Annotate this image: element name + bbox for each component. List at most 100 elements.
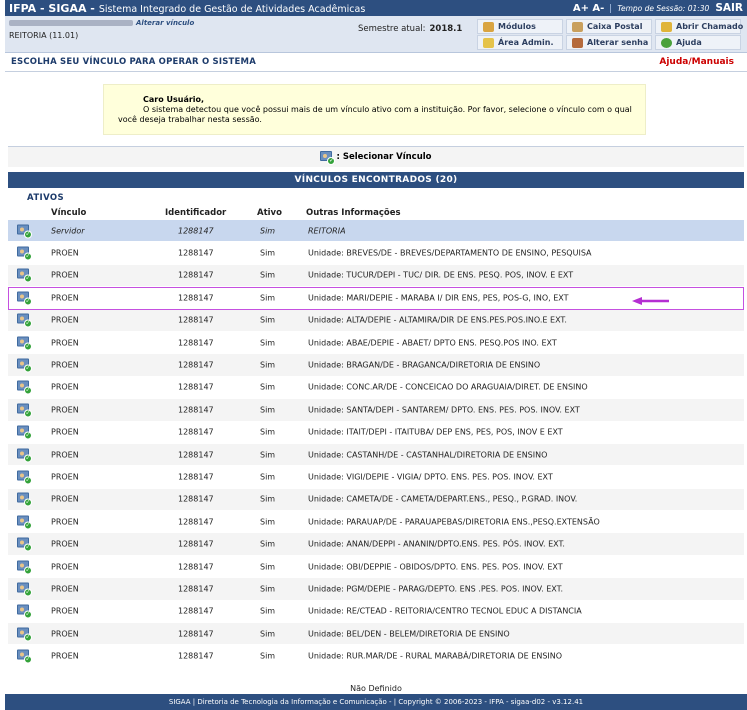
select-vinculo-icon[interactable]: ✓	[17, 560, 32, 575]
table-row[interactable]: ✓ PROEN 1288147 Sim Unidade: SANTA/DEPI - SA…	[8, 399, 744, 422]
select-vinculo-icon[interactable]: ✓	[17, 246, 32, 261]
table-row[interactable]: ✓ PROEN 1288147 Sim Unidade: PARAUAP/DE - PA…	[8, 511, 744, 534]
cell-vinculo[interactable]: PROEN	[51, 249, 79, 258]
table-row[interactable]: ✓ PROEN 1288147 Sim Unidade: ITAIT/DEPI - IT…	[8, 421, 744, 444]
cell-identificador: 1288147	[178, 539, 214, 549]
font-size-control[interactable]: A+ A-	[573, 3, 605, 14]
info-message: Caro Usuário, O sistema detectou que voc…	[103, 84, 646, 135]
select-vinculo-icon[interactable]: ✓	[17, 604, 32, 619]
table-row[interactable]: ✓ PROEN 1288147 Sim Unidade: ABAE/DEPIE - AB…	[8, 331, 744, 355]
table-row[interactable]: ✓ PROEN 1288147 Sim Unidade: BRAGAN/DE - BRA…	[8, 354, 744, 377]
cell-vinculo[interactable]: PROEN	[51, 562, 79, 571]
cell-vinculo[interactable]: PROEN	[51, 316, 79, 325]
table-row[interactable]: ✓ PROEN 1288147 Sim Unidade: CASTANH/DE - CA…	[8, 443, 744, 467]
modulos-button[interactable]: Módulos	[477, 19, 563, 34]
ajuda-button[interactable]: Ajuda	[655, 35, 741, 50]
alterar-senha-button[interactable]: Alterar senha	[566, 35, 652, 50]
table-row[interactable]: ✓ PROEN 1288147 Sim Unidade: OBI/DEPPIE - OB…	[8, 555, 744, 579]
table-row[interactable]: ✓ PROEN 1288147 Sim Unidade: RE/CTEAD - REIT…	[8, 600, 744, 624]
select-vinculo-icon[interactable]: ✓	[17, 470, 32, 485]
select-vinculo-icon[interactable]: ✓	[17, 380, 32, 395]
cell-ativo: Sim	[260, 405, 276, 415]
select-vinculo-legend: ✓ : Selecionar Vínculo	[8, 146, 744, 167]
cell-outras-info: Unidade: CAMETA/DE - CAMETA/DEPART.ENS.,…	[308, 494, 578, 504]
cell-vinculo[interactable]: PROEN	[51, 450, 79, 459]
cell-outras-info: Unidade: CASTANH/DE - CASTANHAL/DIRETORI…	[308, 450, 548, 460]
select-vinculo-icon[interactable]: ✓	[17, 515, 32, 530]
cell-vinculo[interactable]: Servidor	[51, 226, 85, 235]
app-subtitle: Sistema Integrado de Gestão de Atividade…	[98, 3, 366, 15]
cell-ativo: Sim	[260, 382, 276, 392]
select-vinculo-icon[interactable]: ✓	[17, 627, 32, 642]
select-vinculo-icon[interactable]: ✓	[17, 403, 32, 418]
cell-outras-info: Unidade: PARAUAP/DE - PARAUAPEBAS/DIRETO…	[308, 517, 600, 527]
cell-vinculo[interactable]: PROEN	[51, 540, 79, 549]
help-link[interactable]: Ajuda/Manuais	[659, 57, 734, 67]
table-title: VÍNCULOS ENCONTRADOS (20)	[8, 172, 744, 188]
logout-button[interactable]: SAIR	[715, 2, 743, 14]
cell-ativo: Sim	[260, 338, 276, 348]
cell-outras-info: Unidade: SANTA/DEPI - SANTAREM/ DPTO. EN…	[308, 405, 580, 415]
select-vinculo-icon[interactable]: ✓	[17, 313, 32, 328]
page-header: ESCOLHA SEU VÍNCULO PARA OPERAR O SISTEM…	[5, 53, 747, 72]
help-icon	[661, 37, 672, 48]
cell-ativo: Sim	[260, 248, 276, 258]
cell-identificador: 1288147	[178, 494, 214, 504]
table-row[interactable]: ✓ PROEN 1288147 Sim Unidade: ALTA/DEPIE - AL…	[8, 309, 744, 332]
table-row[interactable]: ✓ PROEN 1288147 Sim Unidade: PGM/DEPIE - PAR…	[8, 578, 744, 601]
cell-vinculo[interactable]: PROEN	[51, 607, 79, 616]
select-vinculo-icon[interactable]: ✓	[17, 649, 32, 664]
cell-vinculo[interactable]: PROEN	[51, 652, 79, 661]
select-vinculo-icon: ✓	[320, 150, 336, 165]
cell-ativo: Sim	[260, 315, 276, 325]
cell-vinculo[interactable]: PROEN	[51, 472, 79, 481]
table-row[interactable]: ✓ PROEN 1288147 Sim Unidade: BEL/DEN - BELEM…	[8, 623, 744, 646]
cell-identificador: 1288147	[178, 293, 214, 303]
select-vinculo-icon[interactable]: ✓	[17, 358, 32, 373]
cell-vinculo[interactable]: PROEN	[51, 629, 79, 638]
select-vinculo-icon[interactable]: ✓	[17, 582, 32, 597]
table-row[interactable]: ✓ Servidor 1288147 Sim REITORIA	[8, 220, 744, 243]
cell-identificador: 1288147	[178, 270, 214, 280]
table-row[interactable]: ✓ PROEN 1288147 Sim Unidade: ANAN/DEPPI - AN…	[8, 533, 744, 556]
cell-outras-info: Unidade: CONC.AR/DE - CONCEICAO DO ARAGU…	[308, 382, 588, 392]
cell-vinculo[interactable]: PROEN	[51, 293, 79, 302]
table-row[interactable]: ✓ PROEN 1288147 Sim Unidade: BREVES/DE - BRE…	[8, 242, 744, 265]
alter-vinculo-link[interactable]: Alterar vínculo	[136, 19, 194, 27]
select-vinculo-icon[interactable]: ✓	[17, 492, 32, 507]
cell-vinculo[interactable]: PROEN	[51, 383, 79, 392]
table-row[interactable]: ✓ PROEN 1288147 Sim Unidade: CONC.AR/DE - CO…	[8, 376, 744, 400]
vinculos-table: ✓ Servidor 1288147 Sim REITORIA ✓ PROEN 1288147…	[8, 220, 744, 668]
area-admin-button[interactable]: Área Admin.	[477, 35, 563, 50]
table-header: Vínculo Identificador Ativo Outras Infor…	[8, 208, 744, 220]
cell-outras-info: REITORIA	[308, 226, 346, 236]
cell-identificador: 1288147	[178, 315, 214, 325]
cell-vinculo[interactable]: PROEN	[51, 428, 79, 437]
table-row[interactable]: ✓ PROEN 1288147 Sim Unidade: CAMETA/DE - CAM…	[8, 488, 744, 512]
select-vinculo-icon[interactable]: ✓	[17, 336, 32, 351]
cell-vinculo[interactable]: PROEN	[51, 584, 79, 593]
select-vinculo-icon[interactable]: ✓	[17, 537, 32, 552]
table-row[interactable]: ✓ PROEN 1288147 Sim Unidade: TUCUR/DEPI - TU…	[8, 264, 744, 288]
col-vinculo: Vínculo	[51, 208, 87, 218]
cell-outras-info: Unidade: PGM/DEPIE - PARAG/DEPTO. ENS .P…	[308, 584, 564, 594]
app-name: IFPA - SIGAA -	[9, 1, 95, 15]
cell-ativo: Sim	[260, 494, 276, 504]
table-row[interactable]: ✓ PROEN 1288147 Sim Unidade: VIGI/DEPIE - VI…	[8, 466, 744, 489]
cell-outras-info: Unidade: ALTA/DEPIE - ALTAMIRA/DIR DE EN…	[308, 315, 567, 325]
table-row[interactable]: ✓ PROEN 1288147 Sim Unidade: RUR.MAR/DE - RU…	[8, 645, 744, 668]
cell-vinculo[interactable]: PROEN	[51, 338, 79, 347]
cell-vinculo[interactable]: PROEN	[51, 495, 79, 504]
select-vinculo-icon[interactable]: ✓	[17, 291, 32, 306]
cell-vinculo[interactable]: PROEN	[51, 517, 79, 526]
cell-vinculo[interactable]: PROEN	[51, 361, 79, 370]
caixa-postal-button[interactable]: Caixa Postal	[566, 19, 652, 34]
select-vinculo-icon[interactable]: ✓	[17, 268, 32, 283]
cell-vinculo[interactable]: PROEN	[51, 271, 79, 280]
abrir-chamado-button[interactable]: Abrir Chamado	[655, 19, 743, 34]
select-vinculo-icon[interactable]: ✓	[17, 224, 32, 239]
cell-outras-info: Unidade: BEL/DEN - BELEM/DIRETORIA DE EN…	[308, 629, 510, 639]
cell-vinculo[interactable]: PROEN	[51, 405, 79, 414]
select-vinculo-icon[interactable]: ✓	[17, 448, 32, 463]
select-vinculo-icon[interactable]: ✓	[17, 425, 32, 440]
